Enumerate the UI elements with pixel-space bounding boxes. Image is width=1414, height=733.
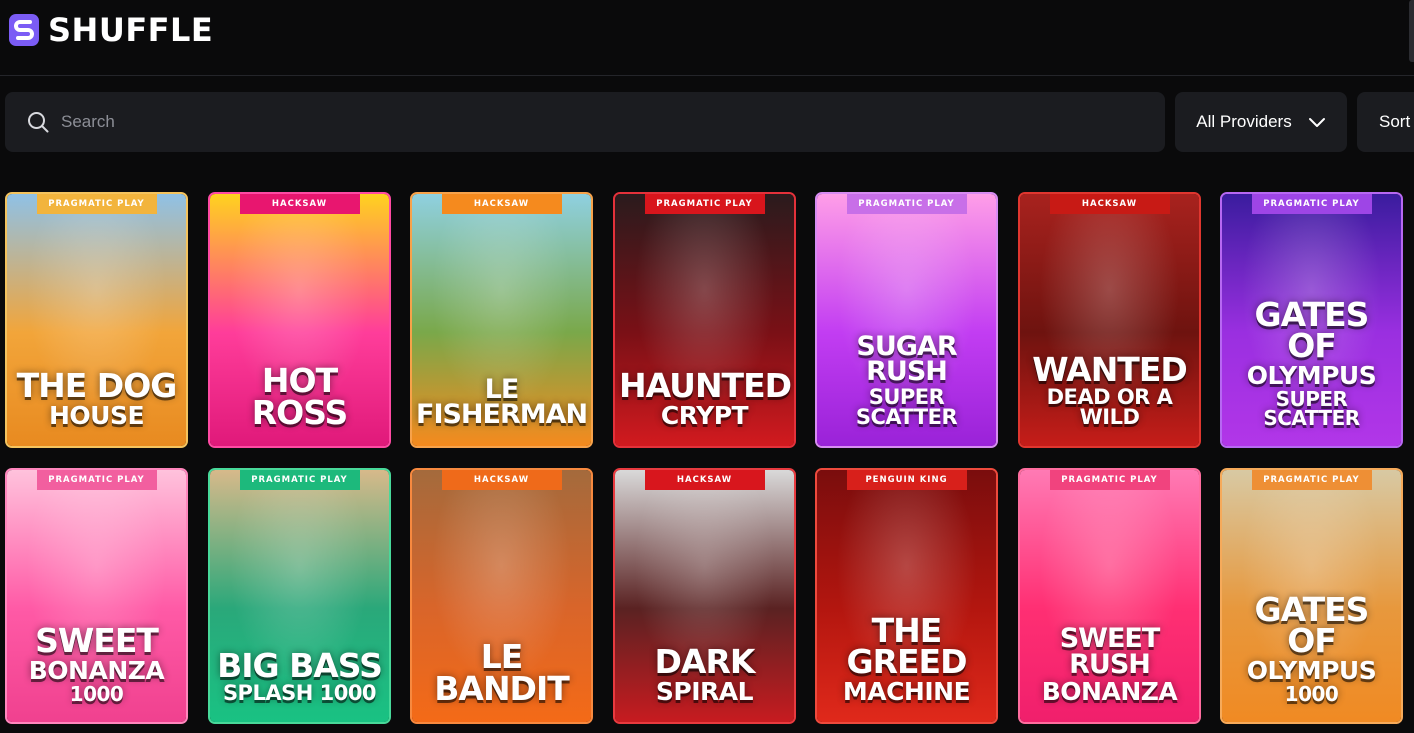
search-input[interactable]	[61, 112, 1061, 132]
game-card[interactable]: PRAGMATIC PLAY SWEET BONANZA 1000	[5, 468, 188, 724]
game-card[interactable]: PRAGMATIC PLAY GATES OF OLYMPUS 1000	[1220, 468, 1403, 724]
game-card[interactable]: PENGUIN KING THE GREED MACHINE	[815, 468, 998, 724]
game-card[interactable]: PRAGMATIC PLAY THE DOG HOUSE	[5, 192, 188, 448]
game-card[interactable]: PRAGMATIC PLAY SWEET RUSH BONANZA	[1018, 468, 1201, 724]
provider-badge: HACKSAW	[1049, 194, 1170, 214]
game-title-line: SWEET RUSH	[1059, 622, 1161, 680]
provider-badge: PRAGMATIC PLAY	[644, 194, 765, 214]
game-card[interactable]: PRAGMATIC PLAY HAUNTED CRYPT	[613, 192, 796, 448]
game-card[interactable]: HACKSAW WANTED DEAD OR A WILD	[1018, 192, 1201, 448]
provider-badge: PRAGMATIC PLAY	[239, 470, 360, 490]
game-title: LE BANDIT	[416, 637, 587, 708]
top-bar: SHUFFLE	[0, 0, 1414, 76]
game-title: THE GREED MACHINE	[821, 610, 992, 707]
game-title: GATES OF OLYMPUS 1000	[1226, 589, 1397, 706]
game-card[interactable]: PRAGMATIC PLAY SUGAR RUSH SUPER SCATTER	[815, 192, 998, 448]
provider-badge: HACKSAW	[644, 470, 765, 490]
provider-badge: HACKSAW	[441, 194, 562, 214]
provider-badge: PRAGMATIC PLAY	[1251, 194, 1372, 214]
provider-badge: PRAGMATIC PLAY	[1049, 470, 1170, 490]
game-title: SWEET RUSH BONANZA	[1024, 622, 1195, 707]
brand-name: SHUFFLE	[48, 11, 214, 49]
brand-logo[interactable]: SHUFFLE	[8, 11, 213, 49]
game-title-line: SPIRAL	[655, 677, 754, 707]
game-title-line: OLYMPUS	[1246, 361, 1377, 391]
game-title-line: HOT ROSS	[251, 361, 349, 432]
chevron-down-icon	[1308, 117, 1325, 127]
sort-dropdown[interactable]: Sort	[1357, 92, 1414, 152]
game-title-line: GATES OF	[1254, 589, 1370, 660]
game-title-line: DARK	[654, 641, 756, 681]
provider-badge: HACKSAW	[239, 194, 360, 214]
game-title-line: HAUNTED	[619, 365, 792, 405]
game-title-line: OLYMPUS	[1246, 656, 1377, 686]
game-title: SUGAR RUSH SUPER SCATTER	[821, 330, 992, 430]
game-title: LE FISHERMAN	[416, 373, 588, 431]
providers-dropdown[interactable]: All Providers	[1175, 92, 1347, 152]
provider-badge: HACKSAW	[441, 470, 562, 490]
game-title-line: SUPER SCATTER	[1263, 387, 1360, 430]
game-title-line: DEAD OR A WILD	[1046, 385, 1173, 430]
game-title: WANTED DEAD OR A WILD	[1024, 349, 1195, 430]
game-card[interactable]: PRAGMATIC PLAY BIG BASS SPLASH 1000	[208, 468, 391, 724]
game-title-line: SUPER SCATTER	[855, 385, 958, 430]
provider-badge: PRAGMATIC PLAY	[36, 194, 157, 214]
game-title: HOT ROSS	[214, 361, 385, 432]
game-title-line: GATES OF	[1254, 294, 1370, 365]
providers-label: All Providers	[1196, 112, 1292, 131]
game-title-line: THE DOG	[16, 365, 178, 405]
game-card[interactable]: HACKSAW HOT ROSS	[208, 192, 391, 448]
search-icon	[28, 112, 49, 133]
game-title-line: LE FISHERMAN	[416, 373, 588, 431]
game-title: BIG BASS SPLASH 1000	[214, 645, 385, 706]
game-card[interactable]: HACKSAW DARK SPIRAL	[613, 468, 796, 724]
game-title-line: 1000	[1284, 682, 1339, 706]
game-title-line: CRYPT	[660, 401, 749, 431]
game-title-line: 1000	[69, 682, 124, 706]
game-title-line: BONANZA	[28, 656, 165, 686]
game-title-line: MACHINE	[842, 677, 971, 707]
provider-badge: PRAGMATIC PLAY	[846, 194, 967, 214]
game-card[interactable]: HACKSAW LE BANDIT	[410, 468, 593, 724]
game-title-line: SPLASH 1000	[222, 681, 377, 706]
game-title: GATES OF OLYMPUS SUPER SCATTER	[1226, 294, 1397, 430]
game-title-line: THE GREED	[846, 610, 968, 681]
provider-badge: PRAGMATIC PLAY	[36, 470, 157, 490]
game-card[interactable]: PRAGMATIC PLAY GATES OF OLYMPUS SUPER SCATT…	[1220, 192, 1403, 448]
game-title: HAUNTED CRYPT	[619, 365, 792, 431]
game-title: SWEET BONANZA 1000	[11, 620, 182, 706]
provider-badge: PENGUIN KING	[846, 470, 967, 490]
game-title-line: WANTED	[1032, 349, 1188, 389]
provider-badge: PRAGMATIC PLAY	[1251, 470, 1372, 490]
game-title-line: BIG BASS	[217, 645, 383, 685]
game-title: DARK SPIRAL	[619, 641, 790, 707]
game-title-line: SWEET	[35, 620, 159, 660]
game-title-line: LE BANDIT	[434, 637, 570, 708]
scrollbar-thumb[interactable]	[1409, 0, 1414, 62]
game-title: THE DOG HOUSE	[11, 365, 182, 431]
game-title-line: SUGAR RUSH	[856, 330, 957, 388]
search-bar[interactable]	[5, 92, 1165, 152]
game-title-line: BONANZA	[1041, 677, 1178, 707]
shuffle-logo-icon	[9, 14, 39, 46]
game-title-line: HOUSE	[48, 401, 145, 431]
game-card[interactable]: HACKSAW LE FISHERMAN	[410, 192, 593, 448]
sort-label: Sort	[1379, 112, 1411, 131]
